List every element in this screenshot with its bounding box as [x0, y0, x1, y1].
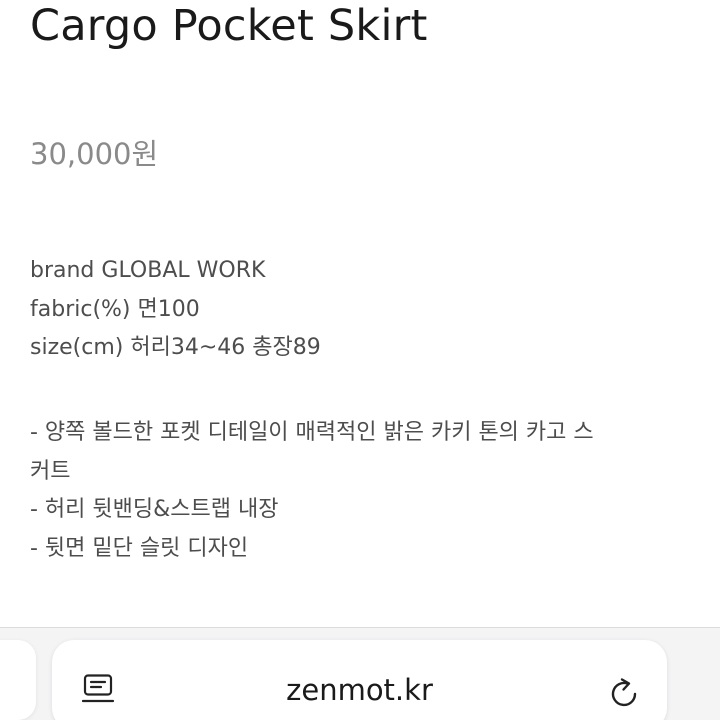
description-item-line: - 양쪽 볼드한 포켓 디테일이 매력적인 밝은 카키 톤의 카고 스: [30, 420, 594, 445]
description-item: - 허리 뒷밴딩&스트랩 내장: [30, 497, 279, 522]
spec-size: size(cm) 허리34~46 총장89: [30, 335, 321, 360]
product-price: 30,000원: [30, 137, 159, 171]
product-title: Cargo Pocket Skirt: [30, 1, 428, 51]
product-description: - 양쪽 볼드한 포켓 디테일이 매력적인 밝은 카키 톤의 카고 스 커트 -…: [30, 414, 680, 568]
reload-icon[interactable]: [608, 677, 642, 711]
description-item-line: 커트: [30, 458, 71, 484]
address-bar[interactable]: zenmot.kr: [52, 640, 667, 720]
product-page: Cargo Pocket Skirt 30,000원 brand GLOBAL …: [0, 0, 720, 720]
browser-toolbar: zenmot.kr: [0, 627, 720, 720]
previous-tab-preview[interactable]: [0, 640, 36, 720]
spec-fabric: fabric(%) 면100: [30, 296, 200, 322]
description-item: - 뒷면 밑단 슬릿 디자인: [30, 535, 249, 561]
description-item: - 양쪽 볼드한 포켓 디테일이 매력적인 밝은 카키 톤의 카고 스 커트: [30, 414, 680, 491]
spec-brand: brand GLOBAL WORK: [30, 258, 266, 283]
url-text[interactable]: zenmot.kr: [52, 672, 667, 708]
product-specs: brand GLOBAL WORK fabric(%) 면100 size(cm…: [30, 252, 321, 368]
